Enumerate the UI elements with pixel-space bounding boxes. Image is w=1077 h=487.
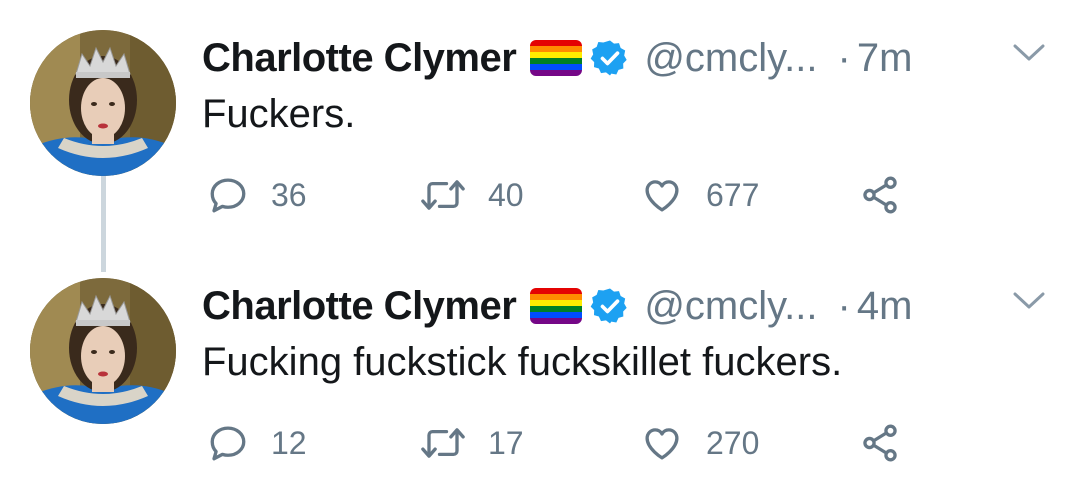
verified-badge-icon — [590, 38, 630, 78]
reply-count: 12 — [271, 424, 307, 461]
display-name[interactable]: Charlotte Clymer — [202, 36, 517, 81]
tweet-text: Fuckers. — [202, 92, 356, 136]
reply-icon — [210, 426, 246, 461]
tweet[interactable]: Charlotte Clymer @cmcly... · 4m Fucking … — [0, 248, 1077, 478]
retweet-count: 40 — [488, 176, 524, 213]
heart-icon — [645, 180, 679, 212]
tweet[interactable]: Charlotte Clymer @cmcly... · 7m Fuckers. — [0, 0, 1077, 230]
avatar[interactable] — [30, 30, 176, 176]
tweet-header: Charlotte Clymer @cmcly... · 4m — [202, 276, 912, 336]
like-button[interactable]: 677 — [640, 170, 759, 220]
chevron-down-icon[interactable] — [1012, 42, 1046, 64]
like-count: 270 — [706, 424, 760, 461]
reply-icon — [210, 178, 246, 213]
heart-icon — [645, 428, 679, 460]
share-button[interactable] — [858, 418, 902, 468]
tweet-actions: 36 40 677 — [202, 170, 1002, 220]
reply-button[interactable]: 12 — [207, 418, 307, 468]
timestamp[interactable]: 7m — [857, 36, 913, 81]
separator-dot: · — [837, 35, 851, 80]
retweet-icon — [421, 428, 465, 458]
share-button[interactable] — [858, 170, 902, 220]
timestamp[interactable]: 4m — [857, 284, 913, 329]
share-icon — [863, 424, 897, 462]
rainbow-flag-icon — [530, 288, 583, 324]
retweet-button[interactable]: 40 — [420, 170, 524, 220]
reply-count: 36 — [271, 176, 307, 213]
chevron-down-icon[interactable] — [1012, 290, 1046, 312]
share-icon — [863, 176, 897, 214]
tweet-text: Fucking fuckstick fuckskillet fuckers. — [202, 340, 843, 384]
verified-badge-icon — [590, 286, 630, 326]
tweet-actions: 12 17 270 — [202, 418, 1002, 468]
rainbow-flag-icon — [530, 40, 583, 76]
display-name[interactable]: Charlotte Clymer — [202, 284, 517, 329]
like-button[interactable]: 270 — [640, 418, 759, 468]
retweet-button[interactable]: 17 — [420, 418, 524, 468]
retweet-count: 17 — [488, 424, 524, 461]
retweet-icon — [421, 180, 465, 210]
like-count: 677 — [706, 176, 760, 213]
tweet-header: Charlotte Clymer @cmcly... · 7m — [202, 28, 912, 88]
avatar[interactable] — [30, 278, 176, 424]
handle[interactable]: @cmcly... — [644, 284, 817, 329]
separator-dot: · — [837, 283, 851, 328]
handle[interactable]: @cmcly... — [644, 36, 817, 81]
reply-button[interactable]: 36 — [207, 170, 307, 220]
